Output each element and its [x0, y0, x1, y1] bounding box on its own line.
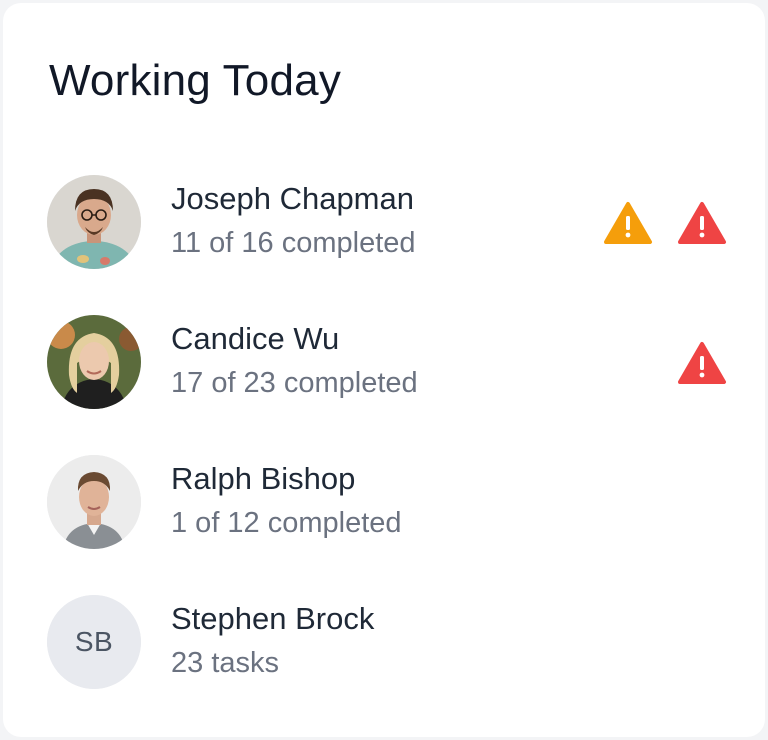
list-item-ralph-bishop[interactable]: Ralph Bishop 1 of 12 completed	[47, 455, 737, 551]
person-name: Ralph Bishop	[171, 461, 356, 496]
person-name: Joseph Chapman	[171, 181, 414, 216]
person-name: Stephen Brock	[171, 601, 375, 636]
list-item-joseph-chapman[interactable]: Joseph Chapman 11 of 16 completed	[47, 175, 737, 271]
warning-red-icon[interactable]	[677, 201, 727, 245]
task-progress: 1 of 12 completed	[171, 507, 402, 539]
avatar-photo-candice	[47, 315, 141, 409]
avatar-initials: SB	[47, 595, 141, 689]
warning-red-icon[interactable]	[677, 341, 727, 385]
list-item-stephen-brock[interactable]: SB Stephen Brock 23 tasks	[47, 595, 737, 691]
avatar	[47, 315, 141, 409]
task-progress: 17 of 23 completed	[171, 367, 418, 399]
avatar	[47, 175, 141, 269]
task-count: 23 tasks	[171, 647, 279, 679]
list-item-candice-wu[interactable]: Candice Wu 17 of 23 completed	[47, 315, 737, 411]
warning-orange-icon[interactable]	[603, 201, 653, 245]
working-today-card: Working Today Joseph Chapman 11 of 16 co…	[3, 3, 765, 737]
avatar: SB	[47, 595, 141, 689]
avatar	[47, 455, 141, 549]
card-title: Working Today	[49, 56, 342, 105]
task-progress: 11 of 16 completed	[171, 227, 416, 259]
avatar-photo-ralph	[47, 455, 141, 549]
avatar-photo-joseph	[47, 175, 141, 269]
person-name: Candice Wu	[171, 321, 340, 356]
